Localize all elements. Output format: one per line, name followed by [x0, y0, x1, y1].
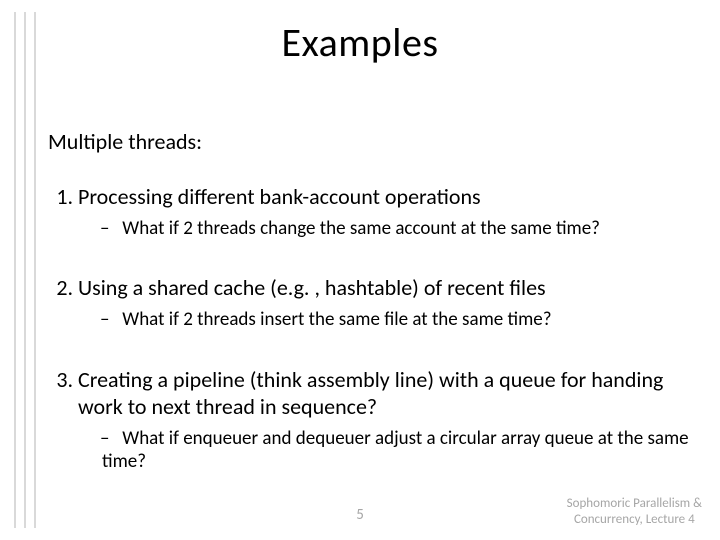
- example-list: Processing different bank-account operat…: [48, 183, 700, 474]
- intro-text: Multiple threads:: [48, 128, 700, 155]
- list-item-main: Creating a pipeline (think assembly line…: [78, 366, 663, 421]
- decoration-bar: [14, 12, 16, 528]
- slide: Examples Multiple threads: Processing di…: [0, 0, 720, 540]
- list-item-sub-text: What if 2 threads change the same accoun…: [122, 217, 600, 240]
- list-item: Using a shared cache (e.g. , hashtable) …: [78, 274, 700, 331]
- footer-line: Sophomoric Parallelism &: [567, 496, 702, 512]
- list-item: Creating a pipeline (think assembly line…: [78, 366, 700, 475]
- list-item-main: Using a shared cache (e.g. , hashtable) …: [78, 274, 546, 301]
- list-item-sub: – What if enqueuer and dequeuer adjust a…: [78, 427, 700, 475]
- list-item-main: Processing different bank-account operat…: [78, 183, 481, 210]
- slide-body: Multiple threads: Processing different b…: [48, 128, 700, 508]
- list-item-sub: – What if 2 threads change the same acco…: [78, 217, 700, 241]
- dash-icon: –: [100, 427, 118, 451]
- footer: Sophomoric Parallelism & Concurrency, Le…: [567, 496, 702, 529]
- list-item: Processing different bank-account operat…: [78, 183, 700, 240]
- list-item-sub-text: What if 2 threads insert the same file a…: [122, 308, 551, 331]
- footer-line: Concurrency, Lecture 4: [567, 512, 702, 528]
- list-item-sub-text: What if enqueuer and dequeuer adjust a c…: [102, 427, 689, 474]
- slide-title: Examples: [0, 18, 720, 67]
- decoration-bar: [34, 12, 36, 528]
- list-item-sub: – What if 2 threads insert the same file…: [78, 308, 700, 332]
- decoration-bar: [24, 12, 26, 528]
- dash-icon: –: [100, 308, 118, 332]
- dash-icon: –: [100, 217, 118, 241]
